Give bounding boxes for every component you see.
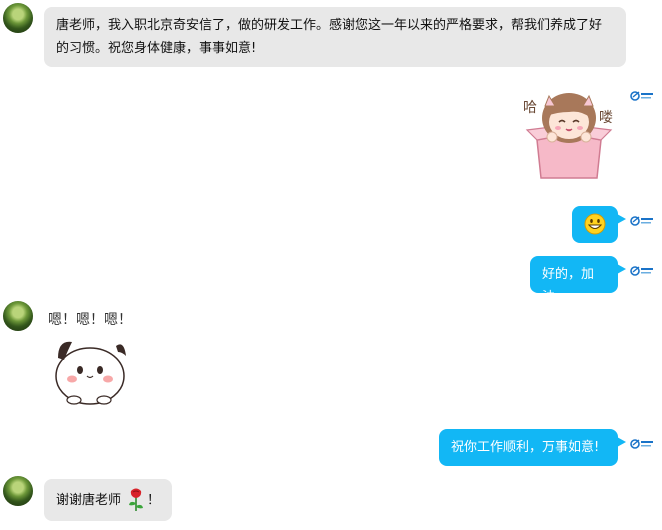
sticker-text: 喽	[599, 110, 613, 126]
sticker-text: 哈	[523, 100, 537, 116]
message-text: 好的，加油	[542, 267, 595, 305]
avatar[interactable]	[3, 301, 33, 331]
message-bubble-incoming[interactable]: 谢谢唐老师 ！	[44, 479, 172, 521]
svip-badge-icon	[630, 262, 654, 276]
svip-badge-icon	[630, 87, 654, 101]
message-bubble-outgoing[interactable]	[572, 206, 626, 243]
message-text: 唐老师，我入职北京奇安信了，做的研发工作。感谢您这一年以来的严格要求，帮我们养成…	[56, 18, 603, 56]
cat-sticker[interactable]: 嗯！嗯！嗯！	[44, 306, 144, 406]
message-text: 谢谢唐老师	[56, 493, 122, 508]
message-bubble-incoming[interactable]: 唐老师，我入职北京奇安信了，做的研发工作。感谢您这一年以来的严格要求，帮我们养成…	[44, 7, 626, 67]
grinning-face-emoji	[584, 213, 606, 235]
avatar[interactable]	[3, 476, 33, 506]
svip-badge-icon	[630, 212, 654, 226]
message-text: ！	[147, 493, 161, 508]
message-bubble-outgoing[interactable]: 好的，加油	[530, 256, 626, 305]
avatar[interactable]	[3, 3, 33, 33]
girl-in-box-sticker[interactable]: 哈 喽	[519, 82, 619, 182]
svip-badge-icon	[630, 435, 654, 449]
message-text: 祝你工作顺利，万事如意!	[451, 440, 600, 455]
rose-emoji	[129, 488, 143, 511]
sticker-text: 嗯！嗯！嗯！	[48, 312, 132, 328]
message-bubble-outgoing[interactable]: 祝你工作顺利，万事如意!	[439, 429, 626, 466]
